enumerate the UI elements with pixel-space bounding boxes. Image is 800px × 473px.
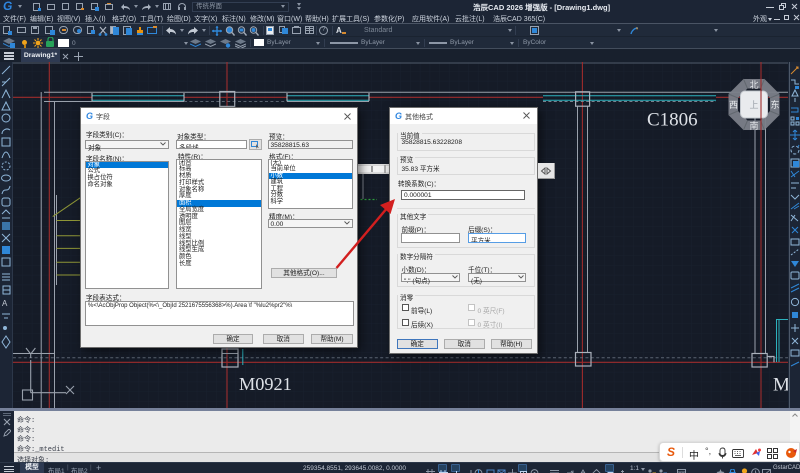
svg-text:北: 北 — [749, 80, 758, 90]
svg-text:上: 上 — [749, 100, 758, 110]
svg-text:A: A — [2, 299, 8, 308]
svg-text:MO: MO — [773, 375, 788, 396]
svg-text:C1806: C1806 — [647, 110, 698, 131]
svg-text:东: 东 — [770, 99, 779, 110]
svg-text:南: 南 — [749, 120, 758, 131]
svg-text:西: 西 — [729, 100, 738, 110]
svg-text:M0921: M0921 — [239, 374, 292, 394]
